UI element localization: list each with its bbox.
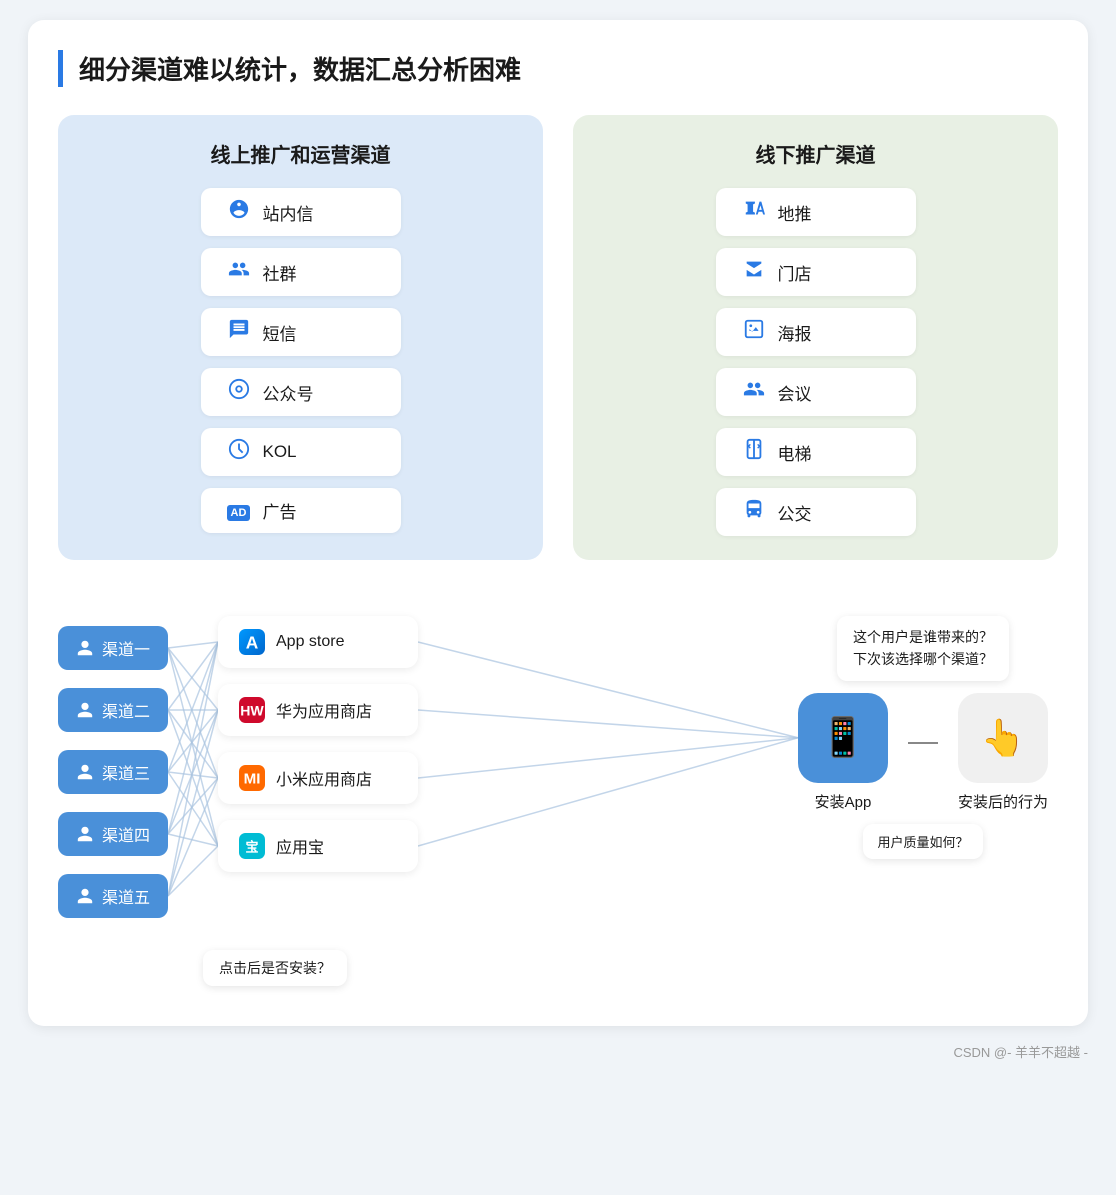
offline-panel: 线下推广渠道 地推门店海报会议电梯公交 <box>573 115 1058 560</box>
source-channel-tag: 渠道三 <box>58 750 168 794</box>
main-card: 细分渠道难以统计，数据汇总分析困难 线上推广和运营渠道 站内信社群短信公众号 KO… <box>28 20 1088 1026</box>
store-icon: 宝 <box>238 832 266 860</box>
middle-stores: AApp store HW华为应用商店 MI小米应用商店宝应用宝 <box>198 596 418 872</box>
speech-bubble: 这个用户是谁带来的？ 下次该选择哪个渠道？ <box>837 616 1009 681</box>
svg-text:宝: 宝 <box>245 839 258 854</box>
online-channel-item: 站内信 <box>201 188 401 236</box>
channel-icon <box>740 498 768 526</box>
store-icon: MI <box>238 764 266 792</box>
source-channel-tag: 渠道五 <box>58 874 168 918</box>
source-channel-tag: 渠道四 <box>58 812 168 856</box>
source-channel-tag: 渠道二 <box>58 688 168 732</box>
left-channels: 渠道一渠道二渠道三渠道四渠道五 <box>58 596 168 918</box>
offline-channel-item: 海报 <box>716 308 916 356</box>
install-app-label: 安装App <box>815 791 872 812</box>
install-app-icon: 📱 <box>798 693 888 783</box>
channel-label: 门店 <box>778 260 812 285</box>
channel-icon <box>740 438 768 466</box>
channel-label: 广告 <box>263 498 297 523</box>
channel-label: 公交 <box>778 500 812 525</box>
channel-label: 社群 <box>263 260 297 285</box>
bottom-section: 渠道一渠道二渠道三渠道四渠道五 AApp store HW华为应用商店 MI小米应用… <box>58 596 1058 996</box>
channel-icon <box>225 438 253 466</box>
online-panel-title: 线上推广和运营渠道 <box>211 139 391 168</box>
online-channel-list: 站内信社群短信公众号 KOL AD 广告 <box>88 188 513 533</box>
store-item: HW华为应用商店 <box>218 684 418 736</box>
install-row: 📱 安装App 👆 安装后的行为 <box>798 693 1048 812</box>
channel-label: 海报 <box>778 320 812 345</box>
svg-text:HW: HW <box>240 702 264 718</box>
online-panel: 线上推广和运营渠道 站内信社群短信公众号 KOL AD 广告 <box>58 115 543 560</box>
channel-icon <box>740 258 768 286</box>
connector-line <box>908 742 938 744</box>
title-bar: 细分渠道难以统计，数据汇总分析困难 <box>58 50 1058 87</box>
channel-label: 公众号 <box>263 380 314 405</box>
channel-label: KOL <box>263 442 297 462</box>
top-section: 线上推广和运营渠道 站内信社群短信公众号 KOL AD 广告 线下推广渠道 地推门店海… <box>58 115 1058 560</box>
install-behavior-icon: 👆 <box>958 693 1048 783</box>
channel-icon <box>225 198 253 226</box>
online-channel-item: KOL <box>201 428 401 476</box>
store-item: MI小米应用商店 <box>218 752 418 804</box>
svg-text:A: A <box>246 633 259 653</box>
offline-channel-item: 会议 <box>716 368 916 416</box>
channel-icon <box>740 378 768 406</box>
watermark: CSDN @- 羊羊不超越 - <box>28 1042 1088 1061</box>
offline-channel-list: 地推门店海报会议电梯公交 <box>603 188 1028 536</box>
online-channel-item: 公众号 <box>201 368 401 416</box>
online-channel-item: 短信 <box>201 308 401 356</box>
offline-channel-item: 公交 <box>716 488 916 536</box>
store-item: AApp store <box>218 616 418 668</box>
channel-label: 地推 <box>778 200 812 225</box>
right-section: 这个用户是谁带来的？ 下次该选择哪个渠道？ 📱 安装App 👆 安装后的行为 用… <box>798 596 1058 859</box>
online-channel-item: AD 广告 <box>201 488 401 533</box>
page-title: 细分渠道难以统计，数据汇总分析困难 <box>79 50 1058 87</box>
install-behavior-box: 👆 安装后的行为 <box>958 693 1048 812</box>
channel-label: 会议 <box>778 380 812 405</box>
channel-icon <box>225 258 253 286</box>
offline-channel-item: 电梯 <box>716 428 916 476</box>
store-item: 宝应用宝 <box>218 820 418 872</box>
store-icon: HW <box>238 696 266 724</box>
channel-icon <box>225 378 253 406</box>
offline-channel-item: 地推 <box>716 188 916 236</box>
install-behavior-label: 安装后的行为 <box>958 791 1048 812</box>
quality-bubble: 用户质量如何？ <box>863 824 982 859</box>
install-app-box: 📱 安装App <box>798 693 888 812</box>
online-channel-item: 社群 <box>201 248 401 296</box>
offline-channel-item: 门店 <box>716 248 916 296</box>
offline-panel-title: 线下推广渠道 <box>756 139 876 168</box>
svg-text:MI: MI <box>244 770 261 787</box>
channel-icon <box>740 318 768 346</box>
click-bubble: 点击后是否安装？ <box>203 950 347 986</box>
channel-label: 站内信 <box>263 200 314 225</box>
source-channel-tag: 渠道一 <box>58 626 168 670</box>
store-icon: A <box>238 628 266 656</box>
channel-label: 短信 <box>263 320 297 345</box>
channel-icon <box>740 198 768 226</box>
channel-icon: AD <box>225 499 253 522</box>
channel-label: 电梯 <box>778 440 812 465</box>
channel-icon <box>225 318 253 346</box>
